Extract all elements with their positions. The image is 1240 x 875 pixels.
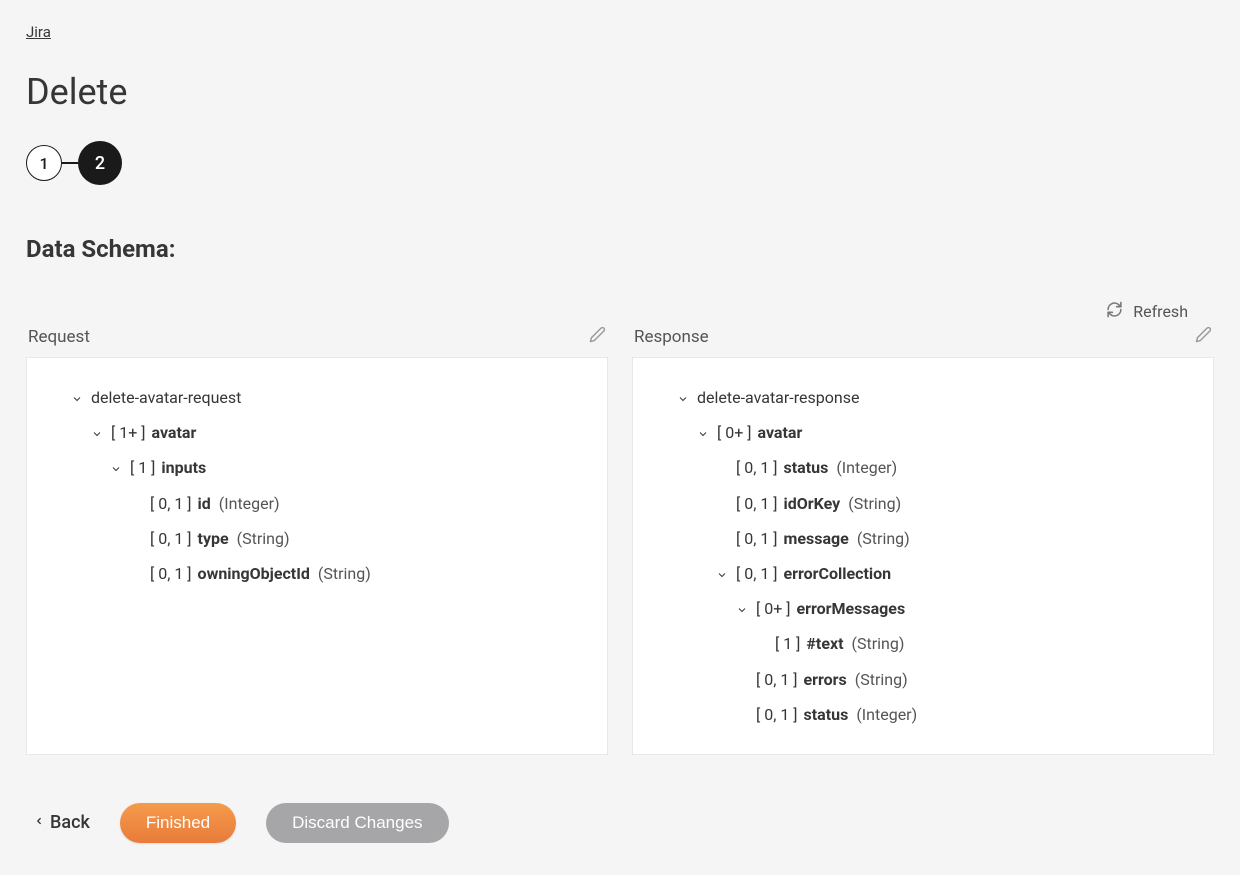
tree-node-type[interactable]: [ 0, 1 ] type (String) [43, 521, 591, 556]
refresh-button[interactable]: Refresh [1106, 301, 1188, 322]
back-button[interactable]: Back [34, 812, 90, 833]
edit-request-icon[interactable] [589, 326, 606, 347]
chevron-down-icon[interactable] [695, 428, 711, 440]
tree-node-avatar[interactable]: [ 1+ ] avatar [43, 415, 591, 450]
finished-button[interactable]: Finished [120, 803, 236, 843]
page-title: Delete [26, 71, 1214, 113]
tree-node-response-root[interactable]: delete-avatar-response [649, 380, 1197, 415]
request-title: Request [28, 327, 90, 347]
stepper: 1 2 [26, 141, 1214, 185]
edit-response-icon[interactable] [1195, 326, 1212, 347]
chevron-down-icon[interactable] [675, 393, 691, 405]
tree-node-status[interactable]: [ 0, 1 ] status (Integer) [649, 450, 1197, 485]
back-label: Back [50, 812, 90, 833]
response-title: Response [634, 327, 709, 347]
tree-node-inputs[interactable]: [ 1 ] inputs [43, 450, 591, 485]
tree-node-id[interactable]: [ 0, 1 ] id (Integer) [43, 486, 591, 521]
chevron-down-icon[interactable] [89, 428, 105, 440]
breadcrumb-jira[interactable]: Jira [26, 23, 51, 41]
section-title: Data Schema: [26, 235, 1214, 263]
refresh-label: Refresh [1133, 302, 1188, 321]
refresh-icon [1106, 301, 1123, 322]
chevron-down-icon[interactable] [714, 569, 730, 581]
chevron-left-icon [34, 812, 44, 833]
request-column: Request delete-avatar-request [ 1+ ] ava… [26, 326, 608, 755]
response-card: delete-avatar-response [ 0+ ] avatar [ 0… [632, 357, 1214, 755]
tree-node-status2[interactable]: [ 0, 1 ] status (Integer) [649, 697, 1197, 732]
chevron-down-icon[interactable] [108, 463, 124, 475]
discard-button[interactable]: Discard Changes [266, 803, 448, 843]
tree-node-owningObjectId[interactable]: [ 0, 1 ] owningObjectId (String) [43, 556, 591, 591]
tree-node-errorCollection[interactable]: [ 0, 1 ] errorCollection [649, 556, 1197, 591]
step-connector [62, 162, 78, 164]
tree-node-idOrKey[interactable]: [ 0, 1 ] idOrKey (String) [649, 486, 1197, 521]
tree-node-errorMessages[interactable]: [ 0+ ] errorMessages [649, 591, 1197, 626]
tree-node-errors[interactable]: [ 0, 1 ] errors (String) [649, 662, 1197, 697]
step-2[interactable]: 2 [78, 141, 122, 185]
tree-node-request-root[interactable]: delete-avatar-request [43, 380, 591, 415]
step-1[interactable]: 1 [26, 145, 62, 181]
chevron-down-icon[interactable] [734, 604, 750, 616]
tree-node-text[interactable]: [ 1 ] #text (String) [649, 626, 1197, 661]
chevron-down-icon[interactable] [69, 393, 85, 405]
tree-node-message[interactable]: [ 0, 1 ] message (String) [649, 521, 1197, 556]
request-card: delete-avatar-request [ 1+ ] avatar [ 1 … [26, 357, 608, 755]
response-column: Response delete-avatar-response [ 0+ ] a… [632, 326, 1214, 755]
tree-node-avatar-resp[interactable]: [ 0+ ] avatar [649, 415, 1197, 450]
